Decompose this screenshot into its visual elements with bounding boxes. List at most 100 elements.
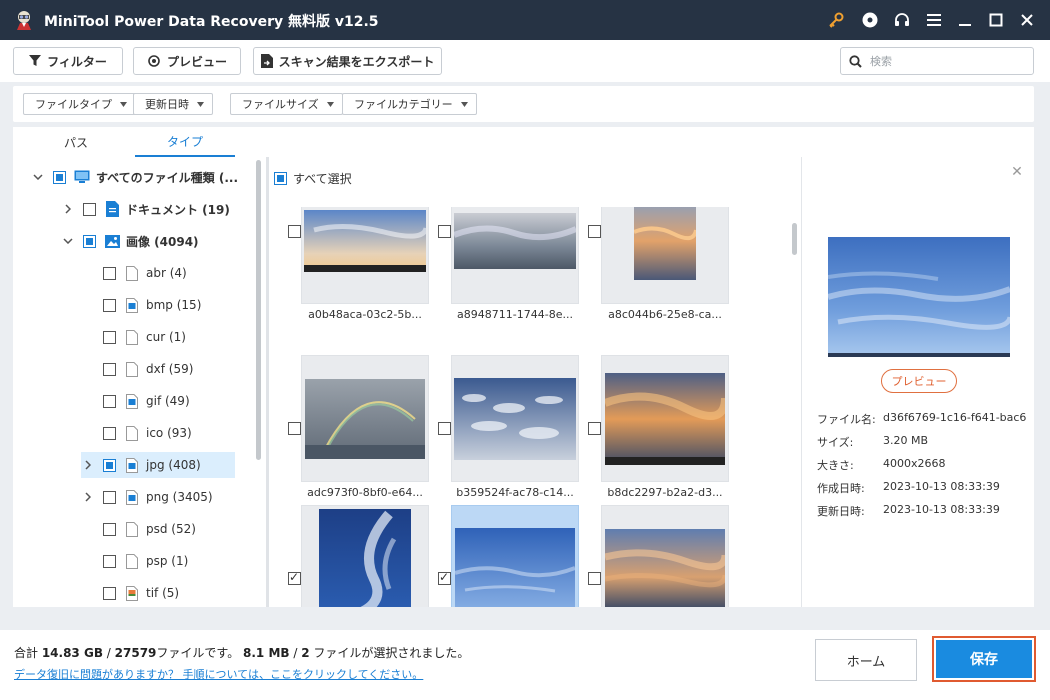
tree-scrollbar[interactable] — [256, 160, 261, 460]
file-icon — [124, 393, 140, 409]
select-all-checkbox[interactable] — [274, 172, 287, 185]
checkbox[interactable] — [103, 554, 116, 568]
home-button[interactable]: ホーム — [815, 639, 917, 681]
footer: 合計 14.83 GB / 27579ファイルです。 8.1 MB / 2 ファ… — [0, 630, 1050, 700]
select-all[interactable]: すべて選択 — [274, 170, 352, 187]
tree-item-all-types[interactable]: すべてのファイル種類 (... — [31, 164, 251, 190]
thumbnail-filename: a0b48aca-03c2-5b... — [308, 308, 422, 321]
thumbnail-checkbox[interactable] — [288, 570, 301, 585]
tree-item-subtype[interactable]: psp (1) — [81, 548, 235, 574]
tab-path[interactable]: パス — [21, 127, 131, 157]
tree-item-subtype[interactable]: psd (52) — [81, 516, 235, 542]
thumbnail-image[interactable] — [451, 207, 579, 304]
save-button[interactable]: 保存 — [932, 636, 1036, 682]
file-type-label: ファイルタイプ — [35, 98, 112, 111]
info-row-dimensions: 大きさ: 4000x2668 — [817, 457, 1027, 480]
thumbnail-checkbox[interactable] — [438, 422, 451, 435]
thumbnail-checkbox[interactable] — [588, 422, 601, 435]
modified-date-dropdown[interactable]: 更新日時 — [133, 93, 213, 115]
checkbox[interactable] — [103, 426, 116, 440]
thumbnail-checkbox[interactable] — [438, 225, 451, 238]
grid-scrollbar[interactable] — [792, 223, 797, 255]
filter-button-label: フィルター — [47, 54, 107, 69]
created-value: 2023-10-13 08:33:39 — [883, 480, 1000, 493]
filter-button[interactable]: フィルター — [13, 47, 123, 75]
tree-item-subtype[interactable]: dxf (59) — [81, 356, 235, 382]
chevron-down-icon — [326, 101, 334, 107]
checkbox[interactable] — [103, 522, 116, 536]
tree-item-label: すべてのファイル種類 (... — [96, 170, 239, 185]
thumbnail-image[interactable] — [451, 355, 579, 482]
minimize-icon[interactable] — [955, 10, 975, 30]
tree-item-documents[interactable]: ドキュメント (19) — [61, 196, 251, 222]
tree-item-subtype[interactable]: tif (5) — [81, 580, 235, 605]
preview-file-button[interactable]: プレビュー — [881, 369, 957, 393]
preview-button[interactable]: プレビュー — [133, 47, 241, 75]
chevron-right-icon[interactable] — [81, 490, 95, 504]
key-icon[interactable] — [826, 10, 846, 30]
tree-item-label: tif (5) — [146, 586, 180, 600]
search-input[interactable] — [870, 54, 1020, 68]
file-icon — [124, 329, 140, 345]
thumbnail-checkbox[interactable] — [288, 422, 301, 435]
checkbox[interactable] — [103, 490, 116, 504]
thumbnail-image[interactable] — [451, 505, 579, 607]
search-box[interactable] — [840, 47, 1034, 75]
tree-item-subtype[interactable]: jpg (408) — [81, 452, 235, 478]
checkbox[interactable] — [103, 330, 116, 344]
document-icon — [104, 201, 120, 217]
file-type-dropdown[interactable]: ファイルタイプ — [23, 93, 136, 115]
file-icon — [124, 361, 140, 377]
thumbnail-image[interactable] — [301, 355, 429, 482]
help-link[interactable]: データ復旧に問題がありますか？ 手順については、ここをクリックしてください。 — [14, 666, 423, 682]
close-icon[interactable] — [1017, 10, 1037, 30]
checkbox[interactable] — [103, 586, 116, 600]
close-preview-icon[interactable]: ✕ — [1010, 165, 1024, 179]
checkbox[interactable] — [103, 394, 116, 408]
checkbox[interactable] — [83, 202, 96, 216]
total-size: 14.83 GB — [41, 646, 103, 660]
checkbox[interactable] — [103, 458, 116, 472]
menu-icon[interactable] — [924, 10, 944, 30]
thumbnail-checkbox[interactable] — [288, 225, 301, 238]
tab-type[interactable]: タイプ — [135, 127, 235, 157]
filter-bar: ファイルタイプ 更新日時 ファイルサイズ ファイルカテゴリー — [13, 86, 1034, 122]
checkbox[interactable] — [103, 266, 116, 280]
tree-item-label: gif (49) — [146, 394, 190, 408]
file-category-dropdown[interactable]: ファイルカテゴリー — [342, 93, 477, 115]
disc-icon[interactable] — [860, 10, 880, 30]
chevron-down-icon — [120, 101, 127, 107]
thumbnail-image[interactable] — [301, 505, 429, 607]
tree-item-subtype[interactable]: bmp (15) — [81, 292, 235, 318]
chevron-down-icon[interactable] — [61, 234, 75, 248]
checkbox[interactable] — [53, 170, 66, 184]
thumbnail-checkbox[interactable] — [588, 572, 601, 585]
tree-item-subtype[interactable]: gif (49) — [81, 388, 235, 414]
file-size-dropdown[interactable]: ファイルサイズ — [230, 93, 343, 115]
save-button-label: 保存 — [936, 640, 1032, 678]
tree-item-subtype[interactable]: ico (93) — [81, 420, 235, 446]
file-icon — [124, 457, 140, 473]
tree-item-subtype[interactable]: abr (4) — [81, 260, 235, 286]
checkbox[interactable] — [83, 234, 96, 248]
maximize-icon[interactable] — [986, 10, 1006, 30]
thumbnail-image[interactable] — [601, 505, 729, 607]
chevron-down-icon[interactable] — [31, 170, 45, 184]
file-icon — [124, 489, 140, 505]
export-scan-button[interactable]: スキャン結果をエクスポート — [253, 47, 442, 75]
checkbox[interactable] — [103, 362, 116, 376]
headset-icon[interactable] — [892, 10, 912, 30]
thumbnail-checkbox[interactable] — [438, 570, 451, 585]
chevron-right-icon[interactable] — [61, 202, 75, 216]
tree-item-subtype[interactable]: png (3405) — [81, 484, 235, 510]
thumbnail-image[interactable] — [601, 207, 729, 304]
chevron-right-icon[interactable] — [81, 458, 95, 472]
thumbnail-image[interactable] — [301, 207, 429, 304]
tree-item-label: ドキュメント (19) — [126, 202, 230, 217]
tree-item-subtype[interactable]: cur (1) — [81, 324, 235, 350]
tree-item-images[interactable]: 画像 (4094) — [61, 228, 251, 254]
thumbnail-checkbox[interactable] — [588, 225, 601, 238]
checkbox[interactable] — [103, 298, 116, 312]
file-icon — [124, 521, 140, 537]
thumbnail-image[interactable] — [601, 355, 729, 482]
